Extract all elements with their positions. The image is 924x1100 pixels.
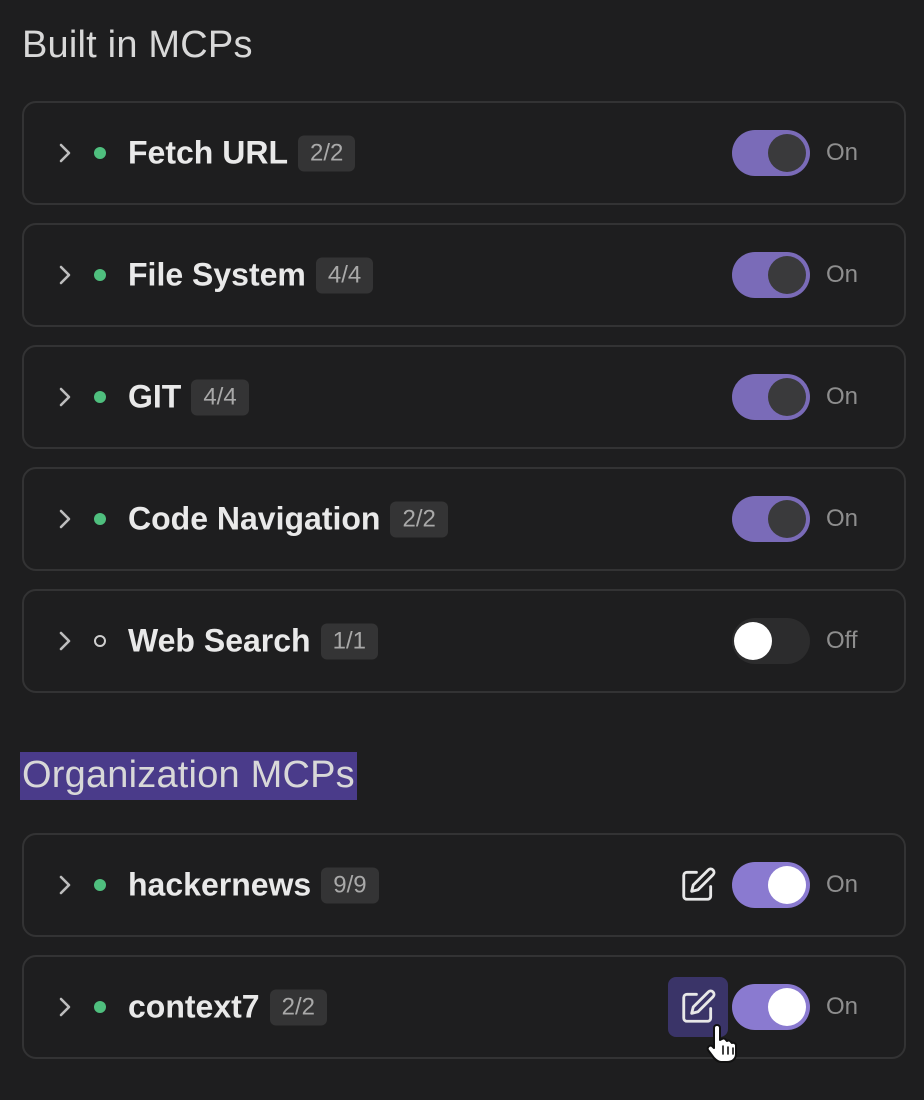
mcp-card-hackernews[interactable]: hackernews 9/9 On	[22, 833, 906, 937]
toggle-knob	[768, 988, 806, 1026]
status-active-icon	[94, 147, 106, 159]
mcp-name: Web Search	[128, 622, 311, 659]
chevron-right-icon[interactable]	[54, 142, 76, 164]
status-active-icon	[94, 269, 106, 281]
mcp-name: GIT	[128, 378, 182, 415]
enable-toggle[interactable]	[732, 496, 810, 542]
chevron-right-icon[interactable]	[54, 874, 76, 896]
chevron-right-icon[interactable]	[54, 386, 76, 408]
mcp-name: context7	[128, 988, 260, 1025]
edit-pencil-icon	[682, 867, 716, 901]
toggle-state-label: On	[826, 505, 859, 532]
status-active-icon	[94, 391, 106, 403]
mcp-card-file-system[interactable]: File System 4/4 On	[22, 223, 906, 327]
chevron-right-icon[interactable]	[54, 996, 76, 1018]
toggle-state-label: On	[826, 139, 859, 166]
toggle-knob	[768, 500, 806, 538]
tool-count-badge: 2/2	[298, 135, 356, 171]
mcp-card-fetch-url[interactable]: Fetch URL 2/2 On	[22, 101, 906, 205]
toggle-state-label: On	[826, 871, 859, 898]
enable-toggle[interactable]	[732, 862, 810, 908]
tool-count-badge: 4/4	[315, 257, 374, 293]
edit-pencil-icon	[682, 989, 716, 1023]
status-inactive-icon	[94, 635, 106, 647]
enable-toggle[interactable]	[732, 252, 810, 298]
mcp-name: hackernews	[128, 866, 312, 903]
edit-button[interactable]	[668, 855, 728, 915]
toggle-state-label: On	[826, 261, 859, 288]
tool-count-badge: 4/4	[191, 379, 249, 415]
organization-mcps-title: Organization MCPs	[20, 752, 357, 800]
tool-count-badge: 9/9	[321, 867, 379, 903]
mcp-card-code-navigation[interactable]: Code Navigation 2/2 On	[22, 467, 906, 571]
toggle-knob	[768, 378, 806, 416]
mcp-card-context7[interactable]: context7 2/2 On	[22, 955, 906, 1059]
chevron-right-icon[interactable]	[54, 508, 76, 530]
enable-toggle[interactable]	[732, 984, 810, 1030]
mcp-name: Fetch URL	[128, 134, 288, 171]
enable-toggle[interactable]	[732, 374, 810, 420]
toggle-state-label: On	[826, 383, 859, 410]
mcp-card-git[interactable]: GIT 4/4 On	[22, 345, 906, 449]
chevron-right-icon[interactable]	[54, 264, 76, 286]
tool-count-badge: 2/2	[390, 501, 448, 537]
toggle-knob	[734, 622, 772, 660]
mcp-card-web-search[interactable]: Web Search 1/1 Off	[22, 589, 906, 693]
mcp-name: File System	[128, 256, 306, 293]
toggle-knob	[768, 256, 806, 294]
tool-count-badge: 1/1	[320, 623, 378, 659]
toggle-knob	[768, 866, 806, 904]
enable-toggle[interactable]	[732, 130, 810, 176]
tool-count-badge: 2/2	[269, 989, 327, 1025]
hand-pointer-icon	[706, 1024, 737, 1063]
chevron-right-icon[interactable]	[54, 630, 76, 652]
toggle-state-label: Off	[826, 627, 858, 654]
status-active-icon	[94, 879, 106, 891]
toggle-state-label: On	[826, 993, 859, 1020]
enable-toggle[interactable]	[732, 618, 810, 664]
mcp-name: Code Navigation	[128, 500, 381, 537]
status-active-icon	[94, 1001, 106, 1013]
toggle-knob	[768, 134, 806, 172]
built-in-mcps-title: Built in MCPs	[22, 24, 253, 66]
status-active-icon	[94, 513, 106, 525]
